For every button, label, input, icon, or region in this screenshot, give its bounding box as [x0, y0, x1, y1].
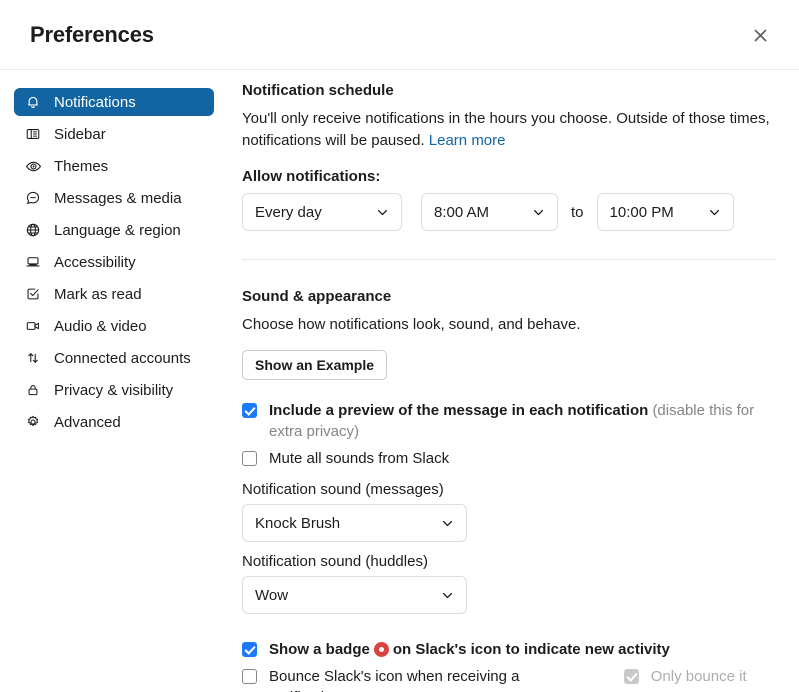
sidebar-item-label: Themes	[54, 157, 109, 175]
sidebar-item-mark-as-read[interactable]: Mark as read	[14, 280, 214, 308]
show-badge-label: Show a badge on Slack's icon to indicate …	[269, 639, 670, 660]
section-divider	[242, 259, 775, 260]
sound-appearance-title: Sound & appearance	[242, 288, 392, 305]
schedule-description-text: You'll only receive notifications in the…	[242, 110, 770, 149]
sidebar-item-accessibility[interactable]: Accessibility	[14, 248, 214, 276]
schedule-start-time-select[interactable]: 8:00 AM	[421, 193, 558, 231]
sidebar-item-language-region[interactable]: Language & region	[14, 216, 214, 244]
show-an-example-button[interactable]: Show an Example	[242, 350, 388, 380]
sidebar-item-notifications[interactable]: Notifications	[14, 88, 214, 116]
dialog-body: Notifications Sidebar Themes Messages & …	[0, 70, 799, 692]
mute-sounds-label: Mute all sounds from Slack	[269, 450, 450, 467]
preferences-dialog: Preferences Notifications Sidebar Themes…	[0, 0, 799, 692]
show-badge-suffix-text: on Slack's icon to indicate new activity	[392, 641, 670, 658]
huddles-sound-label: Notification sound (huddles)	[242, 553, 428, 570]
allow-notifications-label: Allow notifications:	[242, 168, 381, 185]
sidebar-item-sidebar[interactable]: Sidebar	[14, 120, 214, 148]
sidebar-item-label: Connected accounts	[54, 349, 191, 367]
schedule-to-label: to	[571, 203, 584, 221]
bounce-icon-label: Bounce Slack's icon when receiving a not…	[269, 668, 520, 692]
schedule-start-time-value: 8:00 AM	[434, 203, 490, 221]
lock-icon	[24, 381, 42, 399]
sidebar-item-themes[interactable]: Themes	[14, 152, 214, 180]
show-badge-row: Show a badge on Slack's icon to indicate …	[242, 639, 783, 660]
chevron-down-icon	[441, 517, 454, 530]
bounce-icon-checkbox[interactable]	[242, 669, 257, 684]
sidebar-item-privacy-visibility[interactable]: Privacy & visibility	[14, 376, 214, 404]
only-bounce-once-label: Only bounce it once	[650, 668, 747, 692]
include-preview-text: Include a preview of the message in each…	[269, 402, 649, 419]
settings-content: Notification schedule You'll only receiv…	[228, 70, 799, 692]
schedule-controls-row: Every day 8:00 AM to 10:00 PM	[242, 193, 783, 231]
mute-sounds-row: Mute all sounds from Slack	[242, 448, 783, 469]
sound-appearance-description: Choose how notifications look, sound, an…	[242, 316, 581, 333]
arrows-up-down-icon	[24, 349, 42, 367]
sidebar-item-label: Privacy & visibility	[54, 381, 174, 399]
sidebar-item-connected-accounts[interactable]: Connected accounts	[14, 344, 214, 372]
chevron-down-icon	[441, 589, 454, 602]
video-camera-icon	[24, 317, 42, 335]
chevron-down-icon	[708, 206, 721, 219]
mute-sounds-checkbox[interactable]	[242, 451, 257, 466]
notification-schedule-description: You'll only receive notifications in the…	[242, 108, 775, 152]
sidebar-item-messages-media[interactable]: Messages & media	[14, 184, 214, 212]
include-preview-checkbox[interactable]	[242, 403, 257, 418]
notification-schedule-title: Notification schedule	[242, 82, 394, 99]
check-square-icon	[24, 285, 42, 303]
eye-icon	[24, 157, 42, 175]
messages-sound-select[interactable]: Knock Brush	[242, 504, 467, 542]
message-bubble-icon	[24, 189, 42, 207]
messages-sound-label: Notification sound (messages)	[242, 481, 444, 498]
messages-sound-value: Knock Brush	[255, 514, 341, 532]
schedule-day-select[interactable]: Every day	[242, 193, 402, 231]
sidebar-item-label: Accessibility	[54, 253, 136, 271]
keyboard-icon	[24, 253, 42, 271]
page-title: Preferences	[30, 21, 154, 47]
huddles-sound-value: Wow	[255, 586, 289, 604]
close-icon	[753, 28, 768, 43]
only-bounce-once-group: Only bounce it once	[623, 666, 783, 692]
gear-icon	[24, 413, 42, 431]
chevron-down-icon	[532, 206, 545, 219]
sidebar-item-audio-video[interactable]: Audio & video	[14, 312, 214, 340]
only-bounce-once-checkbox	[623, 669, 639, 684]
sidebar-item-label: Notifications	[54, 93, 136, 111]
bounce-icon-row: Bounce Slack's icon when receiving a not…	[242, 666, 783, 692]
sidebar-panel-icon	[24, 125, 42, 143]
huddles-sound-select[interactable]: Wow	[242, 576, 467, 614]
sidebar-item-label: Sidebar	[54, 125, 106, 143]
settings-sidebar: Notifications Sidebar Themes Messages & …	[0, 70, 228, 692]
chevron-down-icon	[376, 206, 389, 219]
close-button[interactable]	[745, 20, 775, 50]
sidebar-item-label: Mark as read	[54, 285, 142, 303]
include-preview-row: Include a preview of the message in each…	[242, 400, 783, 442]
schedule-day-value: Every day	[255, 203, 322, 221]
dialog-header: Preferences	[0, 0, 799, 70]
sidebar-item-label: Advanced	[54, 413, 121, 431]
include-preview-label: Include a preview of the message in each…	[269, 400, 769, 442]
sidebar-item-advanced[interactable]: Advanced	[14, 408, 214, 436]
learn-more-link[interactable]: Learn more	[429, 132, 506, 149]
sidebar-item-label: Audio & video	[54, 317, 147, 335]
show-badge-prefix-text: Show a badge	[269, 641, 370, 658]
show-badge-checkbox[interactable]	[242, 642, 257, 657]
red-badge-dot-icon	[373, 642, 389, 657]
globe-icon	[24, 221, 42, 239]
bell-icon	[24, 93, 42, 111]
schedule-end-time-select[interactable]: 10:00 PM	[596, 193, 734, 231]
sidebar-item-label: Messages & media	[54, 189, 182, 207]
sidebar-item-label: Language & region	[54, 221, 181, 239]
schedule-end-time-value: 10:00 PM	[609, 203, 674, 221]
